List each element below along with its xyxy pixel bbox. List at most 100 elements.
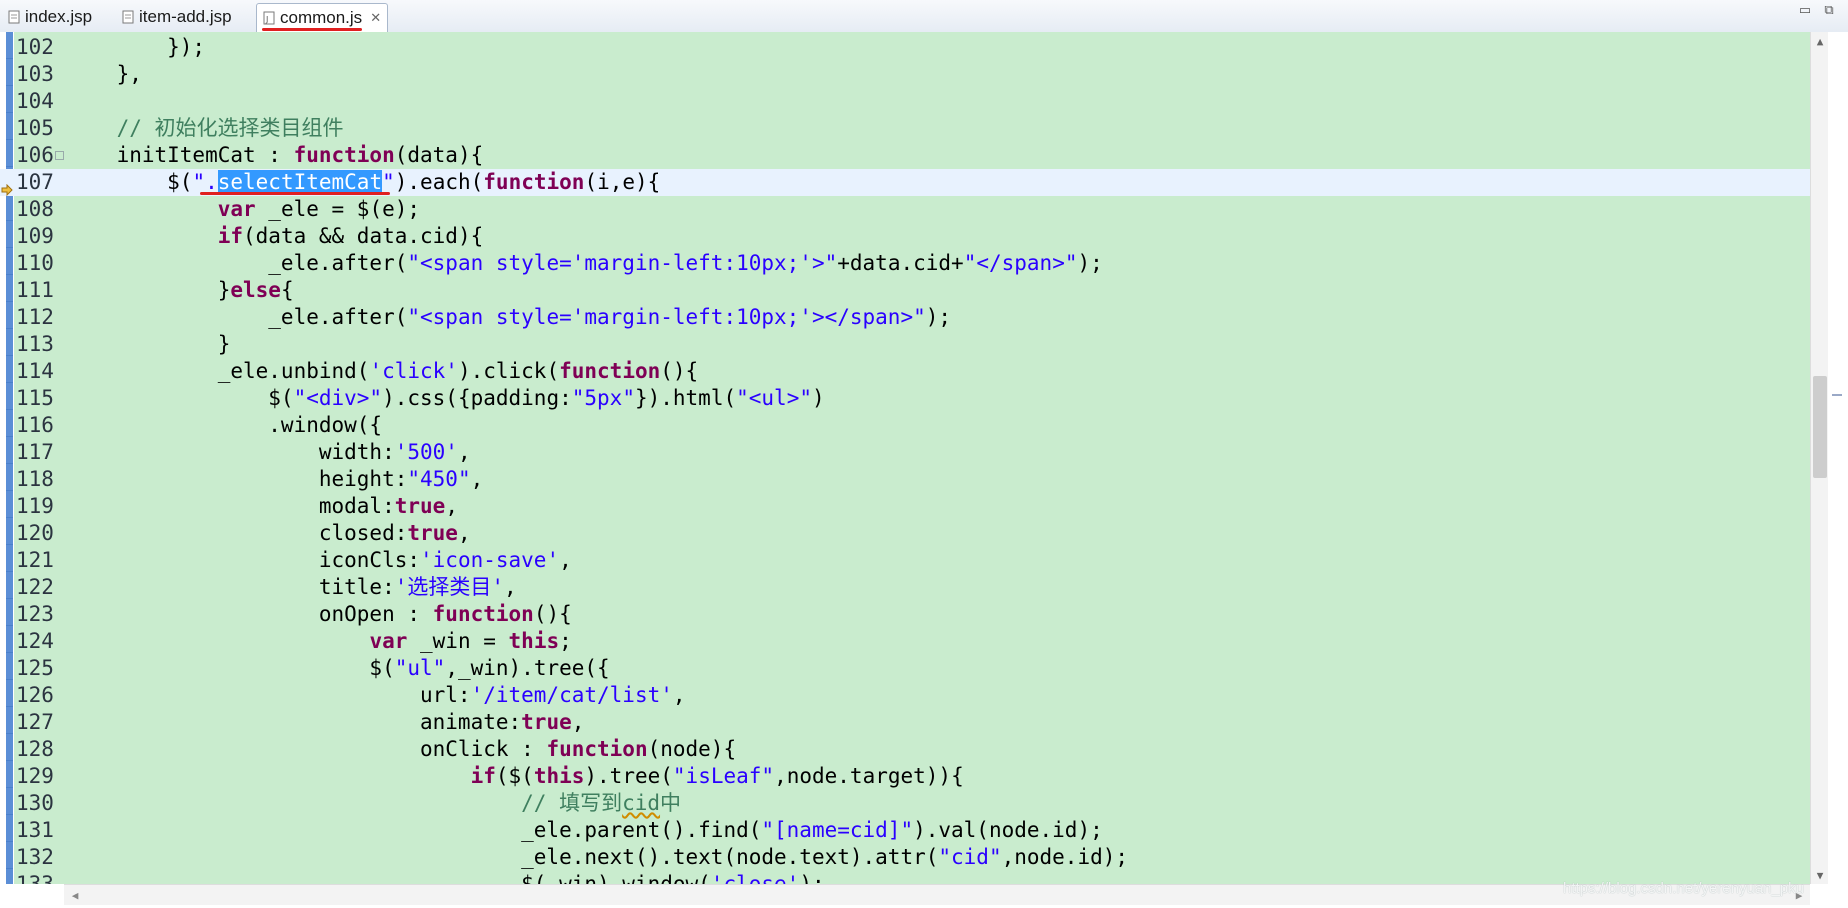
line-number: 113 — [16, 332, 54, 356]
maximize-icon[interactable]: ⧉ — [1822, 2, 1836, 17]
code-token: "[name=cid]" — [761, 818, 914, 842]
code-line[interactable]: 102 }); — [0, 34, 1810, 61]
code-text: }, — [66, 61, 142, 88]
code-token: function — [559, 359, 661, 383]
code-line[interactable]: 122 title:'选择类目', — [0, 574, 1810, 601]
code-token: ).click( — [457, 359, 560, 383]
fold-toggle-icon[interactable] — [55, 151, 64, 160]
code-line[interactable]: 104 — [0, 88, 1810, 115]
code-text: iconCls:'icon-save', — [66, 547, 572, 574]
horizontal-scrollbar[interactable]: ◀ ▶ — [64, 884, 1810, 905]
code-token: if — [217, 224, 244, 248]
scroll-up-icon[interactable]: ▲ — [1811, 32, 1829, 50]
code-token: ) — [811, 386, 825, 410]
code-line[interactable]: 123 onOpen : function(){ — [0, 601, 1810, 628]
code-token: , — [470, 467, 484, 491]
code-line[interactable]: 110 _ele.after("<span style='margin-left… — [0, 250, 1810, 277]
line-number: 115 — [16, 386, 54, 410]
line-number: 128 — [16, 737, 54, 761]
code-token: if — [470, 764, 496, 788]
code-token: onClick : — [66, 737, 547, 761]
line-number: 125 — [16, 656, 54, 680]
code-line[interactable]: 131 _ele.parent().find("[name=cid]").val… — [0, 817, 1810, 844]
code-text: closed:true, — [66, 520, 471, 547]
code-token: title: — [66, 575, 395, 599]
code-token: _ele.after( — [66, 305, 408, 329]
code-token: else — [230, 278, 281, 302]
close-icon[interactable]: ✕ — [370, 10, 381, 26]
line-number: 108 — [16, 197, 54, 221]
code-text: animate:true, — [66, 709, 584, 736]
code-line[interactable]: 115 $("<div>").css({padding:"5px"}).html… — [0, 385, 1810, 412]
code-token: , — [445, 494, 458, 518]
code-line[interactable]: 105 // 初始化选择类目组件 — [0, 115, 1810, 142]
scrollbar-thumb[interactable] — [1813, 376, 1827, 478]
scroll-down-icon[interactable]: ▼ — [1811, 866, 1829, 884]
code-line[interactable]: 103 }, — [0, 61, 1810, 88]
code-editor[interactable]: 102 }); 103 }, 104 105 // 初始化选择类目组件 106 init… — [0, 32, 1848, 896]
code-token: (data && data.cid){ — [243, 224, 484, 248]
code-token: { — [280, 278, 294, 302]
code-line[interactable]: 118 height:"450", — [0, 466, 1810, 493]
code-line[interactable]: 114 _ele.unbind('click').click(function(… — [0, 358, 1810, 385]
code-text: _ele.after("<span style='margin-left:10p… — [66, 250, 1103, 277]
code-token: "ul" — [394, 656, 446, 680]
line-number: 124 — [16, 629, 54, 653]
code-line[interactable]: 130 // 填写到cid中 — [0, 790, 1810, 817]
code-text: height:"450", — [66, 466, 483, 493]
code-token: }, — [66, 62, 142, 86]
vertical-scrollbar[interactable]: ▲ ▼ — [1810, 32, 1829, 884]
code-line[interactable]: 111 }else{ — [0, 277, 1810, 304]
scroll-left-icon[interactable]: ◀ — [66, 885, 84, 905]
code-token: ; — [559, 629, 572, 653]
code-token: var — [217, 197, 256, 221]
tab-index-jsp[interactable]: index.jsp — [2, 3, 98, 31]
code-line[interactable]: 108 var _ele = $(e); — [0, 196, 1810, 223]
code-line[interactable]: 120 closed:true, — [0, 520, 1810, 547]
tab-label: item-add.jsp — [139, 7, 232, 26]
code-line[interactable]: 128 onClick : function(node){ — [0, 736, 1810, 763]
code-line[interactable]: 112 _ele.after("<span style='margin-left… — [0, 304, 1810, 331]
code-line[interactable]: 127 animate:true, — [0, 709, 1810, 736]
code-line[interactable]: 125 $("ul",_win).tree({ — [0, 655, 1810, 682]
code-token: function — [432, 602, 534, 626]
code-token: } — [66, 278, 231, 302]
line-number: 104 — [16, 89, 54, 113]
line-number: 119 — [16, 494, 54, 518]
code-text: url:'/item/cat/list', — [66, 682, 686, 709]
jsp-file-icon — [8, 10, 20, 24]
code-line[interactable]: 124 var _win = this; — [0, 628, 1810, 655]
code-token: (){ — [533, 602, 572, 626]
code-text: onClick : function(node){ — [66, 736, 736, 763]
code-token: '选择类目' — [394, 575, 505, 599]
code-line[interactable]: 113 } — [0, 331, 1810, 358]
code-token: _win = — [407, 629, 509, 653]
line-number: 123 — [16, 602, 54, 626]
code-token: "</span>" — [963, 251, 1078, 275]
code-line[interactable]: 116 .window({ — [0, 412, 1810, 439]
code-line[interactable]: 119 modal:true, — [0, 493, 1810, 520]
tab-item-add-jsp[interactable]: item-add.jsp — [116, 3, 238, 31]
code-line[interactable]: 117 width:'500', — [0, 439, 1810, 466]
code-token: , — [457, 521, 471, 545]
minimize-icon[interactable]: ▭ — [1798, 2, 1812, 17]
line-number: 117 — [16, 440, 54, 464]
code-token: ); — [925, 305, 952, 329]
code-token: "5px" — [571, 386, 635, 410]
code-line[interactable]: 129 if($(this).tree("isLeaf",node.target… — [0, 763, 1810, 790]
code-token: ,node.id); — [1001, 845, 1129, 869]
code-line[interactable]: 121 iconCls:'icon-save', — [0, 547, 1810, 574]
code-token: ". — [192, 170, 218, 194]
code-line[interactable]: 106 initItemCat : function(data){ — [0, 142, 1810, 169]
code-token: // 初始化选择类目组件 — [66, 116, 344, 140]
code-line[interactable]: 109 if(data && data.cid){ — [0, 223, 1810, 250]
code-line[interactable]: 126 url:'/item/cat/list', — [0, 682, 1810, 709]
code-line[interactable]: 132 _ele.next().text(node.text).attr("ci… — [0, 844, 1810, 871]
code-token: , — [559, 548, 572, 572]
line-number: 107 — [16, 170, 54, 194]
code-text: _ele.next().text(node.text).attr("cid",n… — [66, 844, 1128, 871]
code-token: }); — [66, 35, 206, 59]
code-token: url: — [66, 683, 471, 707]
